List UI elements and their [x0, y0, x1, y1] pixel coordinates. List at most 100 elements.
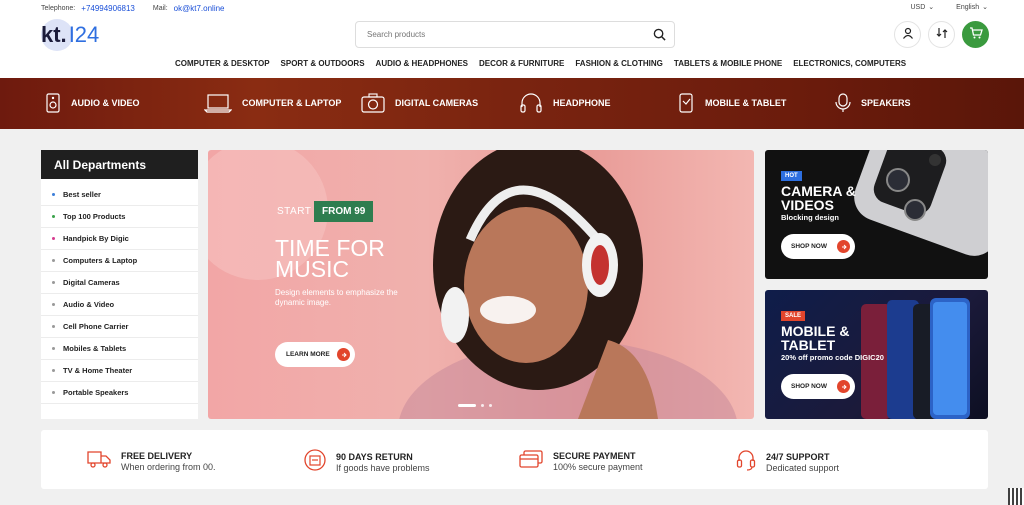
audio-video-icon — [45, 93, 61, 113]
chevron-down-icon: ⌄ — [928, 4, 935, 11]
feature-subtitle: 100% secure payment — [553, 462, 643, 472]
feature-subtitle: Dedicated support — [766, 463, 840, 473]
laptop-icon — [204, 93, 232, 113]
nav-item[interactable]: SPORT & OUTDOORS — [281, 59, 365, 68]
promo-tag: SALE — [781, 311, 806, 321]
nav-item[interactable]: TABLETS & MOBILE PHONE — [674, 59, 782, 68]
search-icon[interactable] — [653, 28, 666, 46]
mobile-tablet-icon — [677, 93, 695, 113]
carousel-dots — [458, 404, 492, 407]
department-item[interactable]: Cell Phone Carrier — [41, 316, 198, 338]
account-button[interactable] — [894, 21, 921, 48]
department-label: Digital Cameras — [63, 278, 120, 287]
learn-more-button[interactable]: LEARN MORE — [275, 342, 355, 367]
currency-select[interactable]: USD ⌄ — [911, 3, 935, 11]
category-computer-laptop[interactable]: COMPUTER & LAPTOP — [204, 93, 341, 113]
nav-item[interactable]: DECOR & FURNITURE — [479, 59, 564, 68]
headphone-icon — [519, 93, 543, 113]
return-box-icon — [304, 449, 326, 476]
promo-camera-videos[interactable]: HOT CAMERA & VIDEOS Blocking design SHOP… — [765, 150, 988, 279]
promo-subtitle: Blocking design — [781, 213, 839, 222]
bullet-icon — [52, 369, 55, 372]
department-item[interactable]: Top 100 Products — [41, 206, 198, 228]
bullet-icon — [52, 259, 55, 262]
promo-tag: HOT — [781, 171, 802, 181]
nav-item[interactable]: COMPUTER & DESKTOP — [175, 59, 270, 68]
arrow-right-icon — [837, 240, 850, 253]
mail-link[interactable]: ok@kt7.online — [174, 4, 225, 13]
nav-item[interactable]: FASHION & CLOTHING — [575, 59, 663, 68]
camera-icon — [361, 93, 385, 113]
telephone-link[interactable]: +74994906813 — [81, 4, 135, 13]
department-item[interactable]: Audio & Video — [41, 294, 198, 316]
language-value: English — [956, 4, 980, 11]
nav-item[interactable]: AUDIO & HEADPHONES — [376, 59, 468, 68]
feature-title: 90 DAYS RETURN — [336, 452, 413, 462]
contact-info: Telephone: +74994906813 Mail: ok@kt7.onl… — [41, 4, 225, 13]
category-strip: AUDIO & VIDEO COMPUTER & LAPTOP DIGITAL … — [0, 78, 1024, 129]
feature-subtitle: When ordering from 00. — [121, 462, 216, 472]
category-headphone[interactable]: HEADPHONE — [519, 93, 611, 113]
bullet-icon — [52, 347, 55, 350]
shop-now-button[interactable]: SHOP NOW — [781, 234, 855, 259]
category-label: COMPUTER & LAPTOP — [242, 98, 342, 108]
hero-banner[interactable]: START FROM 99 TIME FOR MUSIC Design elem… — [208, 150, 754, 419]
promo-mobile-tablet[interactable]: SALE MOBILE & TABLET 20% off promo code … — [765, 290, 988, 419]
telephone-label: Telephone: — [41, 5, 76, 12]
department-item[interactable]: Mobiles & Tablets — [41, 338, 198, 360]
bullet-icon — [52, 303, 55, 306]
category-label: DIGITAL CAMERAS — [395, 98, 479, 108]
mail-label: Mail: — [152, 5, 168, 12]
category-digital-cameras[interactable]: DIGITAL CAMERAS — [361, 93, 478, 113]
department-label: Handpick By Digic — [63, 234, 129, 243]
departments-menu: All Departments Best seller Top 100 Prod… — [41, 150, 198, 419]
carousel-dot[interactable] — [481, 404, 484, 407]
bullet-icon — [52, 391, 55, 394]
arrow-right-icon — [337, 348, 350, 361]
department-label: Best seller — [63, 190, 101, 199]
shop-now-button[interactable]: SHOP NOW — [781, 374, 855, 399]
department-item[interactable]: Handpick By Digic — [41, 228, 198, 250]
bullet-icon — [52, 281, 55, 284]
search-input[interactable] — [356, 22, 636, 47]
arrow-right-icon — [837, 380, 850, 393]
department-item[interactable]: TV & Home Theater — [41, 360, 198, 382]
hero-description: Design elements to emphasize the dynamic… — [275, 288, 398, 307]
main-nav: COMPUTER & DESKTOP SPORT & OUTDOORS AUDI… — [175, 59, 906, 68]
hero-woman-image — [208, 150, 737, 419]
feature-support: 24/7 SUPPORT Dedicated support — [736, 449, 839, 476]
department-item[interactable]: Computers & Laptop — [41, 250, 198, 272]
currency-value: USD — [910, 4, 926, 11]
compare-icon — [936, 26, 948, 44]
logo[interactable]: kt. I24 — [41, 19, 121, 51]
department-item[interactable]: Portable Speakers — [41, 382, 198, 404]
shop-now-label: SHOP NOW — [791, 243, 827, 250]
carousel-dot-active[interactable] — [458, 404, 476, 407]
feature-title: FREE DELIVERY — [121, 451, 193, 461]
category-mobile-tablet[interactable]: MOBILE & TABLET — [677, 93, 786, 113]
feature-secure-payment: SECURE PAYMENT 100% secure payment — [519, 449, 643, 474]
departments-title[interactable]: All Departments — [41, 150, 198, 179]
cart-icon — [969, 26, 983, 44]
department-label: Computers & Laptop — [63, 256, 138, 265]
department-item[interactable]: Best seller — [41, 184, 198, 206]
hero-price-badge: FROM 99 — [314, 201, 374, 222]
department-label: Audio & Video — [63, 300, 115, 309]
category-speakers[interactable]: SPEAKERS — [835, 93, 911, 113]
department-label: Cell Phone Carrier — [63, 322, 129, 331]
promo-subtitle: 20% off promo code DIGIC20 — [781, 353, 884, 362]
top-bar: Telephone: +74994906813 Mail: ok@kt7.onl… — [0, 0, 1024, 17]
nav-item[interactable]: ELECTRONICS, COMPUTERS — [793, 59, 906, 68]
carousel-dot[interactable] — [489, 404, 492, 407]
compare-button[interactable] — [928, 21, 955, 48]
support-headset-icon — [736, 449, 756, 476]
language-select[interactable]: English ⌄ — [956, 3, 988, 11]
cart-button[interactable] — [962, 21, 989, 48]
category-label: AUDIO & VIDEO — [71, 98, 140, 108]
feature-free-delivery: FREE DELIVERY When ordering from 00. — [87, 449, 216, 474]
department-item[interactable]: Digital Cameras — [41, 272, 198, 294]
category-audio-video[interactable]: AUDIO & VIDEO — [45, 93, 140, 113]
speaker-icon — [835, 93, 851, 113]
category-label: HEADPHONE — [553, 98, 611, 108]
bullet-icon — [52, 325, 55, 328]
